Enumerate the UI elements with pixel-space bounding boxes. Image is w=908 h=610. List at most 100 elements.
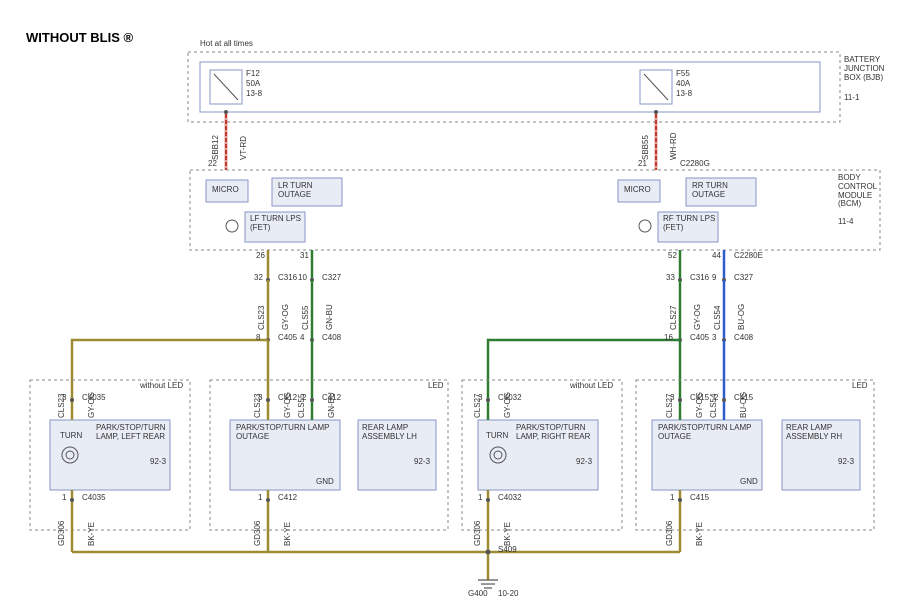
g1-in-col: GY-OG (88, 392, 97, 418)
g1-in-circ: CLS23 (58, 394, 67, 418)
rr-turn: RR TURN OUTAGE (692, 182, 752, 200)
g2-block-b-ref: 92-3 (414, 458, 430, 467)
lf-fet: LF TURN LPS (FET) (250, 215, 304, 233)
pin44: 44 (712, 252, 721, 261)
bjb-inner (200, 62, 820, 112)
g3-out-circ: GD306 (474, 521, 483, 546)
w9-circ: CLS54 (714, 306, 723, 330)
w33-conn: C316 (690, 274, 709, 283)
g3-out-conn: C4032 (498, 494, 522, 503)
w10-pin: 10 (298, 274, 307, 283)
g4-out-pin: 1 (670, 494, 674, 503)
pin21: 21 (638, 160, 647, 169)
g3-variant: without LED (570, 382, 613, 391)
w9-col: BU-OG (738, 304, 747, 330)
w33-circ: CLS27 (670, 306, 679, 330)
g4-out-col: BK-YE (696, 522, 705, 546)
g1-out-col: BK-YE (88, 522, 97, 546)
g1-out-circ: GD306 (58, 521, 67, 546)
g3-out-col: BK-YE (504, 522, 513, 546)
g1-turn: TURN (60, 432, 82, 441)
pin26: 26 (256, 252, 265, 261)
g2-ina-circ: CLS23 (254, 394, 263, 418)
g3-turn: TURN (486, 432, 508, 441)
vtrd: VT-RD (240, 136, 249, 160)
w32-conn: C316 (278, 274, 297, 283)
w32-botconn: C405 (278, 334, 297, 343)
fuse-f55-id: F55 (676, 70, 690, 79)
w33-col: GY-OG (694, 304, 703, 330)
w33-pin: 33 (666, 274, 675, 283)
w10-conn: C327 (322, 274, 341, 283)
w9-pin: 9 (712, 274, 716, 283)
g2-out-circ: GD306 (254, 521, 263, 546)
g400-ref: 10-20 (498, 590, 518, 599)
c2280e: C2280E (734, 252, 763, 261)
w33-botpin: 16 (664, 334, 673, 343)
w32-circ: CLS23 (258, 306, 267, 330)
g4-variant: LED (852, 382, 868, 391)
g1-block: PARK/STOP/TURN LAMP, LEFT REAR (96, 424, 168, 442)
g2-inb-col: GN-BU (328, 392, 337, 418)
g2-block-a: PARK/STOP/TURN LAMP OUTAGE (236, 424, 336, 442)
g4-block-a: PARK/STOP/TURN LAMP OUTAGE (658, 424, 758, 442)
g3-in-circ: CLS27 (474, 394, 483, 418)
g2-inb-circ: CLS55 (298, 394, 307, 418)
g1-out-conn: C4035 (82, 494, 106, 503)
c2280g: C2280G (680, 160, 710, 169)
w32-col: GY-OG (282, 304, 291, 330)
ground-symbol (478, 580, 498, 588)
g2-gnd: GND (316, 478, 334, 487)
g2-out-col: BK-YE (284, 522, 293, 546)
w32-pin: 32 (254, 274, 263, 283)
g4-ina-col: GY-OG (696, 392, 705, 418)
fuse-f12-amps: 50A (246, 80, 260, 89)
diagram-canvas (0, 0, 908, 610)
w9-conn: C327 (734, 274, 753, 283)
g4-inb-col: BU-OG (740, 392, 749, 418)
g2-ina-col: GY-OG (284, 392, 293, 418)
g4-out-circ: GD306 (666, 521, 675, 546)
w32-botpin: 8 (256, 334, 260, 343)
bcm-name: BODY CONTROL MODULE (BCM) (838, 174, 884, 209)
sbb55: SBB55 (642, 135, 651, 160)
micro-r: MICRO (624, 186, 651, 195)
lr-turn: LR TURN OUTAGE (278, 182, 338, 200)
splice: S409 (498, 546, 517, 555)
whrd: WH-RD (670, 132, 679, 160)
wiring-diagram: WITHOUT BLIS ® (0, 0, 908, 610)
sbb12: SBB12 (212, 135, 221, 160)
g400: G400 (468, 590, 488, 599)
g4-block-b-ref: 92-3 (838, 458, 854, 467)
g2-block-b: REAR LAMP ASSEMBLY LH (362, 424, 434, 442)
w10-col: GN-BU (326, 304, 335, 330)
bus-olive-left (72, 340, 268, 400)
bjb-name: BATTERY JUNCTION BOX (BJB) (844, 56, 900, 82)
w10-botconn: C408 (322, 334, 341, 343)
g3-in-col: GY-OG (504, 392, 513, 418)
pin31: 31 (300, 252, 309, 261)
g4-inb-circ: CLS54 (710, 394, 719, 418)
g3-out-pin: 1 (478, 494, 482, 503)
pin52: 52 (668, 252, 677, 261)
hot-label: Hot at all times (200, 40, 253, 49)
w9-botpin: 3 (712, 334, 716, 343)
g3-block: PARK/STOP/TURN LAMP, RIGHT REAR (516, 424, 596, 442)
w10-botpin: 4 (300, 334, 304, 343)
w33-botconn: C405 (690, 334, 709, 343)
g4-block-b: REAR LAMP ASSEMBLY RH (786, 424, 858, 442)
bcm-ref: 11-4 (838, 218, 853, 227)
fuse-f12-ref: 13-8 (246, 90, 262, 99)
pin22: 22 (208, 160, 217, 169)
g4-gnd: GND (740, 478, 758, 487)
fuse-f55-ref: 13-8 (676, 90, 692, 99)
fuse-f12-id: F12 (246, 70, 260, 79)
g3-block-ref: 92-3 (576, 458, 592, 467)
g1-out-pin: 1 (62, 494, 66, 503)
g1-variant: without LED (140, 382, 183, 391)
rf-fet: RF TURN LPS (FET) (663, 215, 717, 233)
g2-out-pin: 1 (258, 494, 262, 503)
w10-circ: CLS55 (302, 306, 311, 330)
bus-green-right (488, 340, 680, 400)
w9-botconn: C408 (734, 334, 753, 343)
